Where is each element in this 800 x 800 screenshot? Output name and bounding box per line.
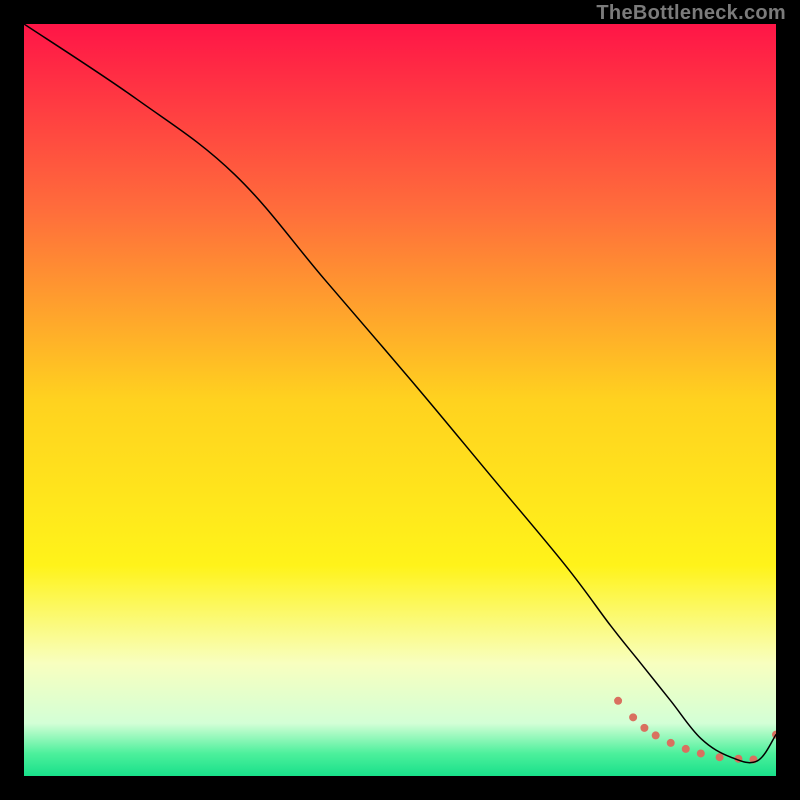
chart-stage: TheBottleneck.com	[0, 0, 800, 800]
watermark-text: TheBottleneck.com	[596, 2, 786, 25]
chart-marker-dot	[614, 697, 622, 705]
chart-marker-dot	[697, 749, 705, 757]
chart-marker-dot	[629, 713, 637, 721]
chart-marker-dot	[716, 753, 724, 761]
chart-background	[24, 24, 776, 776]
chart-svg	[24, 24, 776, 776]
chart-marker-dot	[640, 724, 648, 732]
chart-plot-area	[24, 24, 776, 776]
chart-marker-dot	[667, 739, 675, 747]
chart-marker-dot	[682, 745, 690, 753]
chart-marker-dot	[652, 731, 660, 739]
